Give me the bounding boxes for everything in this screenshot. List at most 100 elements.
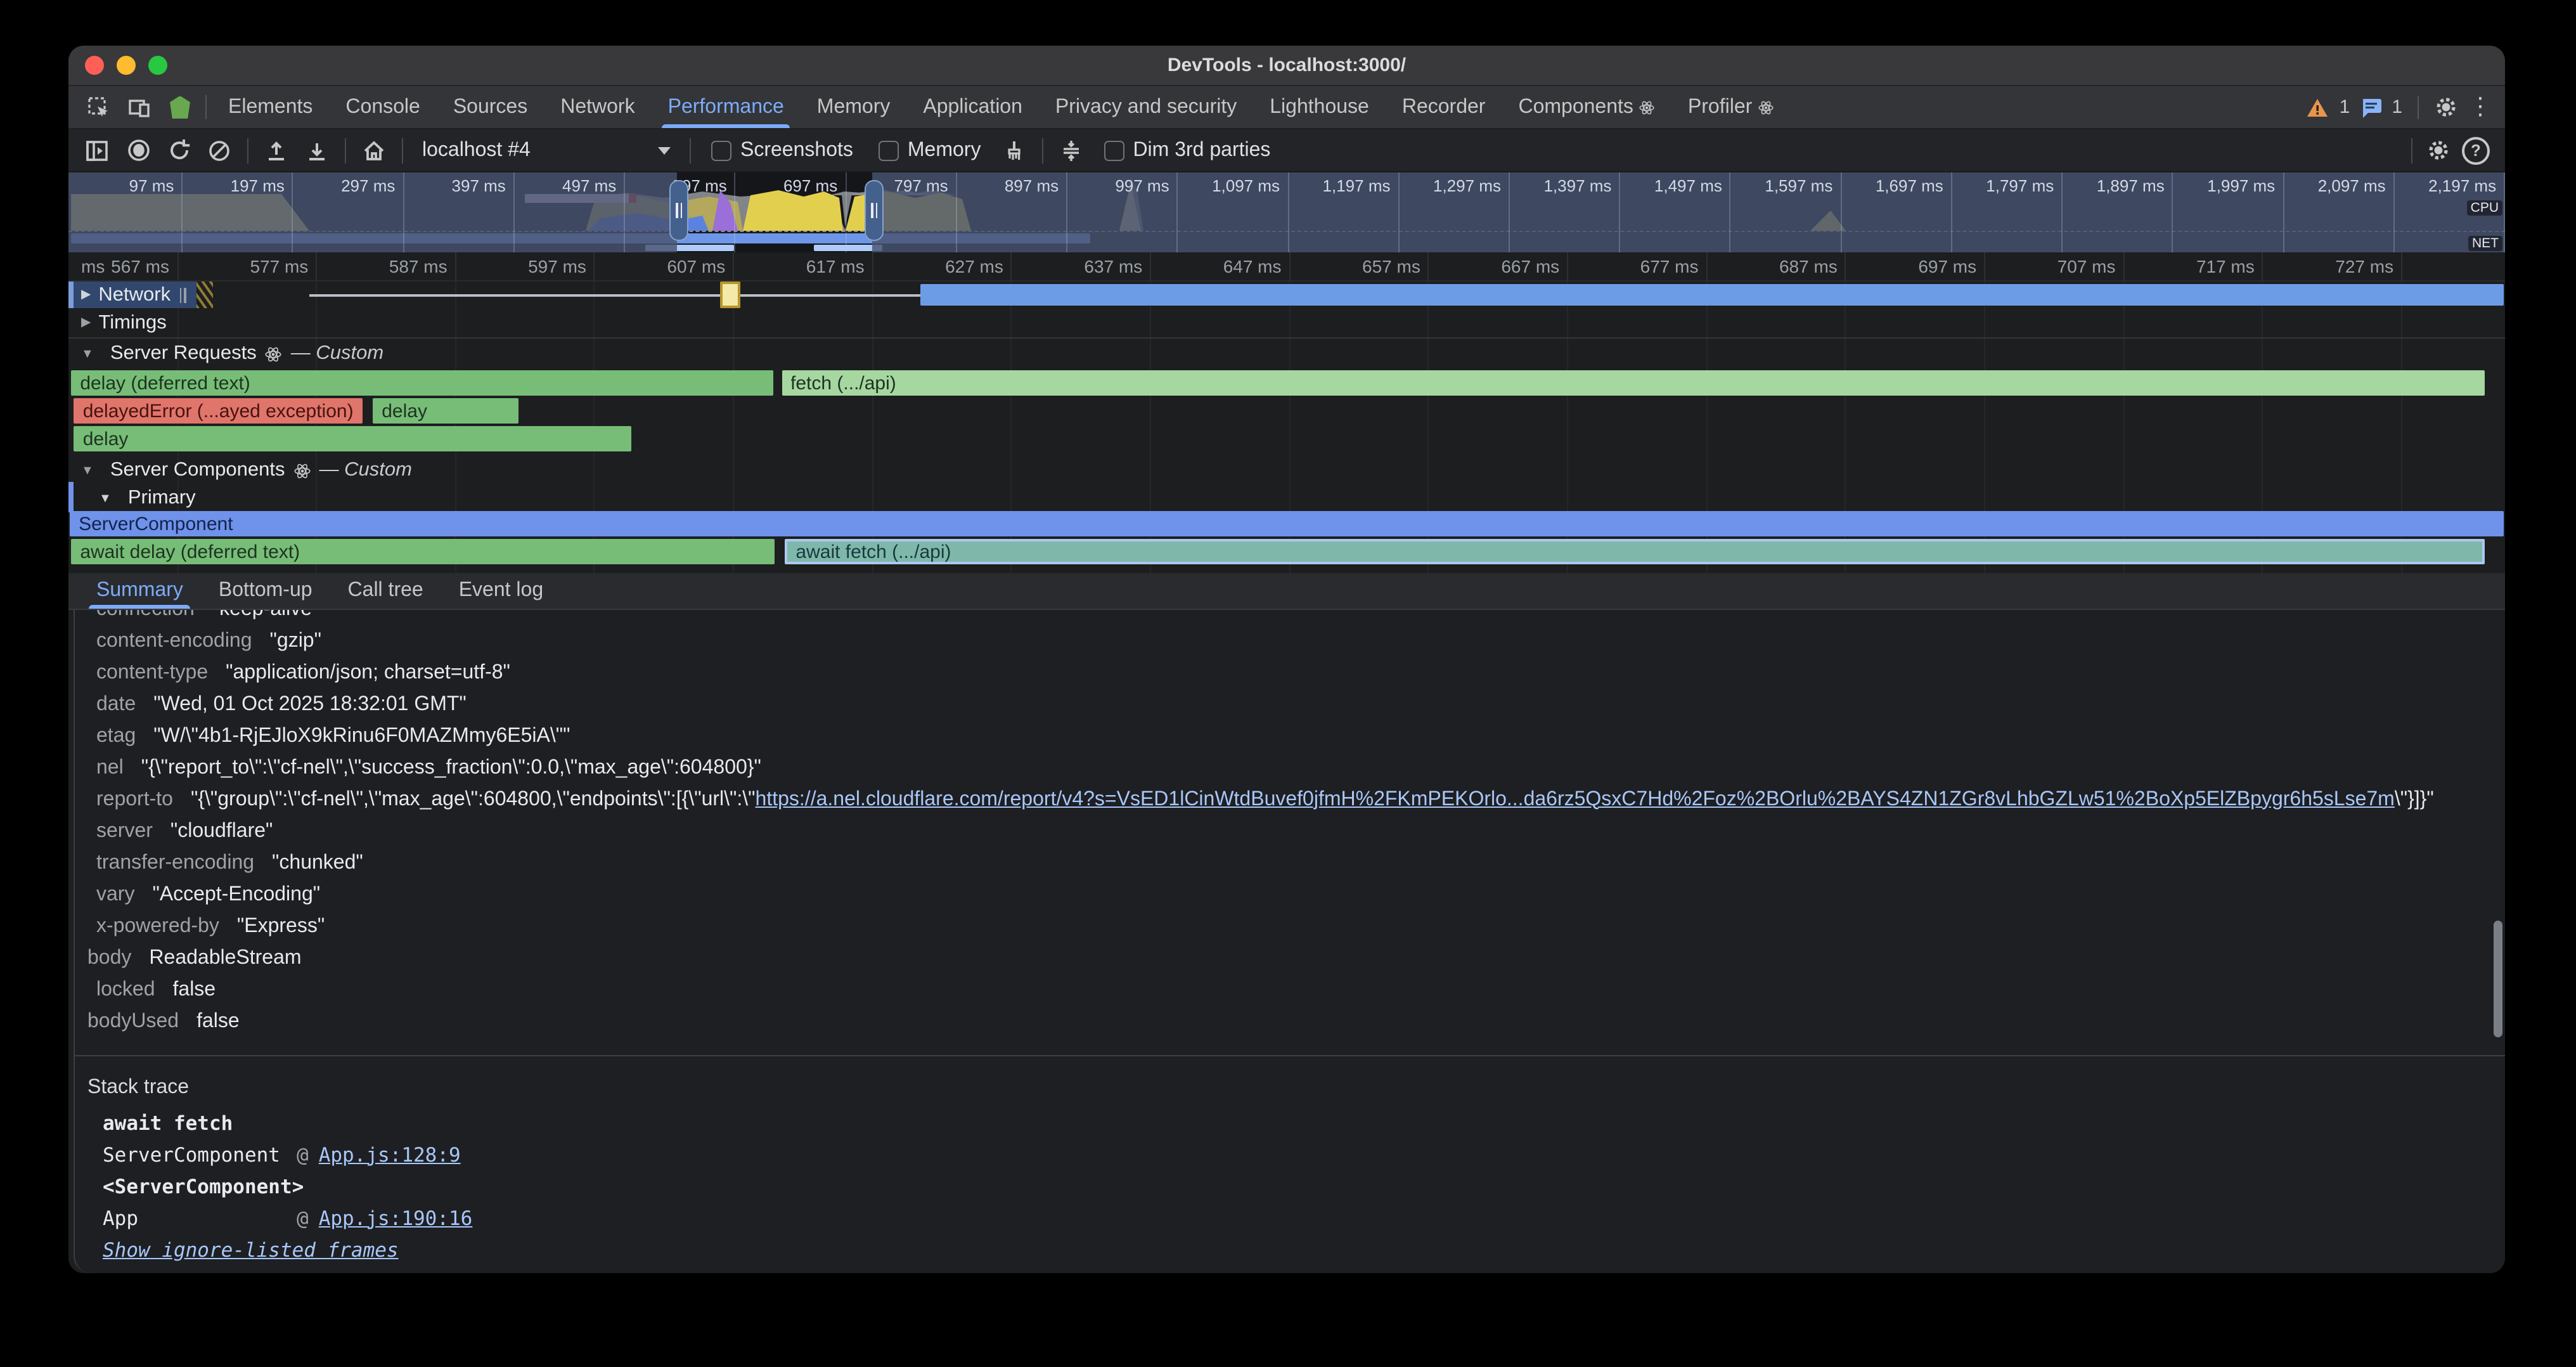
tab-sources[interactable]: Sources	[437, 86, 544, 128]
device-toolbar-icon[interactable]	[119, 86, 160, 128]
details-tab-bottom-up[interactable]: Bottom-up	[203, 573, 328, 609]
save-profile-icon[interactable]	[298, 134, 336, 167]
overview-gridline	[513, 172, 515, 252]
stack-frame: ServerComponent@App.js:128:9	[103, 1139, 2505, 1170]
collapse-triangle-icon[interactable]: ▼	[81, 463, 94, 477]
settings-gear-icon[interactable]	[2434, 95, 2458, 119]
header-row-x-powered-by: x-powered-by"Express"	[75, 910, 2505, 942]
ruler-label: 617 ms	[806, 256, 865, 276]
tab-network[interactable]: Network	[544, 86, 651, 128]
extension-gem-icon[interactable]	[160, 86, 200, 128]
expand-triangle-icon[interactable]: ▶	[81, 288, 91, 302]
panel-settings-gear-icon[interactable]	[2419, 134, 2457, 167]
timings-track-row[interactable]: ▶ Timings	[68, 309, 2505, 336]
collapse-flame-icon[interactable]	[1052, 134, 1090, 167]
details-tab-event-log[interactable]: Event log	[444, 573, 558, 609]
record-button[interactable]	[119, 134, 157, 167]
flame-bar-await-delay-deferred-text[interactable]: await delay (deferred text)	[71, 539, 775, 564]
target-selector-dropdown[interactable]: localhost #4	[412, 139, 681, 162]
selection-handle-right[interactable]	[865, 180, 884, 241]
primary-group-strip	[68, 482, 74, 512]
flame-bar-delay[interactable]: delay	[74, 426, 631, 451]
network-hatch	[196, 282, 212, 308]
details-tab-call-tree[interactable]: Call tree	[333, 573, 439, 609]
dim-3rd-parties-checkbox[interactable]: Dim 3rd parties	[1092, 139, 1282, 162]
timeline-overview[interactable]: 97 ms197 ms297 ms397 ms497 ms597 ms697 m…	[68, 172, 2505, 252]
tab-privacy-and-security[interactable]: Privacy and security	[1039, 86, 1253, 128]
kebab-menu-icon[interactable]: ⋮	[2468, 95, 2492, 119]
tab-memory[interactable]: Memory	[801, 86, 907, 128]
tab-components[interactable]: Components	[1502, 86, 1671, 128]
selection-handle-left[interactable]	[669, 180, 688, 241]
load-profile-icon[interactable]	[257, 134, 295, 167]
tab-recorder[interactable]: Recorder	[1386, 86, 1502, 128]
garbage-collect-brush-icon[interactable]	[995, 134, 1033, 167]
overview-time-label: 1,297 ms	[1433, 176, 1501, 195]
tab-lighthouse[interactable]: Lighthouse	[1253, 86, 1386, 128]
help-icon[interactable]: ?	[2457, 134, 2495, 167]
flamechart-tracks[interactable]: ▶ Network ▶ Timings ▼ Server Requests — …	[68, 282, 2505, 573]
scrollbar-thumb[interactable]	[2494, 921, 2502, 1037]
flame-bar-delayederror-ayed-exception[interactable]: delayedError (...ayed exception)	[74, 398, 363, 424]
flame-bar-delay[interactable]: delay	[373, 398, 518, 424]
record-reload-button[interactable]	[160, 134, 198, 167]
zoom-window-button[interactable]	[148, 56, 167, 75]
overview-gridline	[735, 172, 736, 252]
tab-elements[interactable]: Elements	[212, 86, 329, 128]
tab-performance[interactable]: Performance	[652, 86, 801, 128]
header-value: "Accept-Encoding"	[152, 883, 320, 906]
report-to-url-link[interactable]: https://a.nel.cloudflare.com/report/v4?s…	[756, 788, 2395, 811]
details-tab-summary[interactable]: Summary	[81, 573, 198, 609]
overview-time-label: 497 ms	[562, 176, 616, 195]
overview-time-label: 2,197 ms	[2428, 176, 2496, 195]
home-icon[interactable]	[355, 134, 393, 167]
tab-profiler[interactable]: Profiler	[1671, 86, 1790, 128]
primary-group-header[interactable]: ▼ Primary	[68, 484, 196, 512]
ruler-unit: ms	[81, 256, 105, 276]
header-value: "Express"	[237, 915, 325, 938]
server-requests-track-header[interactable]: ▼ Server Requests — Custom	[68, 340, 383, 368]
track-resize-grip[interactable]	[179, 287, 186, 302]
tab-console[interactable]: Console	[329, 86, 436, 128]
overview-gridline	[624, 172, 625, 252]
message-count: 1	[2392, 96, 2402, 118]
ruler-label: 607 ms	[667, 256, 725, 276]
collapse-triangle-icon[interactable]: ▼	[81, 347, 94, 361]
stack-source-link[interactable]: App.js:128:9	[319, 1143, 461, 1166]
header-row-report-to: report-to"{\"group\":\"cf-nel\",\"max_ag…	[75, 784, 2505, 815]
ruler-tick	[1428, 252, 1429, 280]
inspect-element-icon[interactable]	[79, 86, 119, 128]
stack-source-link[interactable]: App.js:190:16	[319, 1207, 473, 1229]
overview-gridline	[292, 172, 293, 252]
flame-bar-marker[interactable]	[721, 282, 740, 308]
clear-button[interactable]	[200, 134, 238, 167]
header-row-vary: vary"Accept-Encoding"	[75, 879, 2505, 910]
tab-application[interactable]: Application	[906, 86, 1039, 128]
flame-bar-servercomponent[interactable]: ServerComponent	[70, 511, 2504, 536]
ruler-label: 587 ms	[389, 256, 448, 276]
close-window-button[interactable]	[85, 56, 104, 75]
flame-bar-await-fetch-api[interactable]: await fetch (.../api)	[784, 539, 2484, 564]
divider	[1041, 138, 1043, 163]
toggle-sidebar-icon[interactable]	[79, 134, 117, 167]
flame-bar-delay-deferred-text[interactable]: delay (deferred text)	[71, 370, 773, 396]
network-track-label[interactable]: ▶ Network	[68, 282, 196, 308]
header-key: server	[75, 820, 153, 843]
show-ignore-listed-frames-link[interactable]: Show ignore-listed frames	[103, 1234, 2505, 1267]
stack-trace-title: Stack trace	[75, 1056, 2505, 1107]
memory-checkbox[interactable]: Memory	[867, 139, 993, 162]
flame-bar-netreq[interactable]	[920, 284, 2504, 306]
overview-gridline	[1066, 172, 1067, 252]
ruler-tick	[2401, 252, 2402, 280]
overview-gridline	[1619, 172, 1620, 252]
warning-icon[interactable]	[2307, 97, 2329, 117]
server-components-track-header[interactable]: ▼ Server Components — Custom	[68, 457, 412, 484]
flame-bar-fetch-api[interactable]: fetch (.../api)	[782, 370, 2485, 396]
screenshots-checkbox[interactable]: Screenshots	[700, 139, 865, 162]
header-value: "Wed, 01 Oct 2025 18:32:01 GMT"	[153, 693, 467, 716]
expand-triangle-icon[interactable]: ▶	[81, 316, 91, 330]
header-row-etag: etag"W/\"4b1-RjEJloX9kRinu6F0MAZMmy6E5iA…	[75, 720, 2505, 752]
collapse-triangle-icon[interactable]: ▼	[99, 491, 112, 505]
minimize-window-button[interactable]	[117, 56, 136, 75]
message-bubble-icon[interactable]	[2360, 97, 2381, 117]
